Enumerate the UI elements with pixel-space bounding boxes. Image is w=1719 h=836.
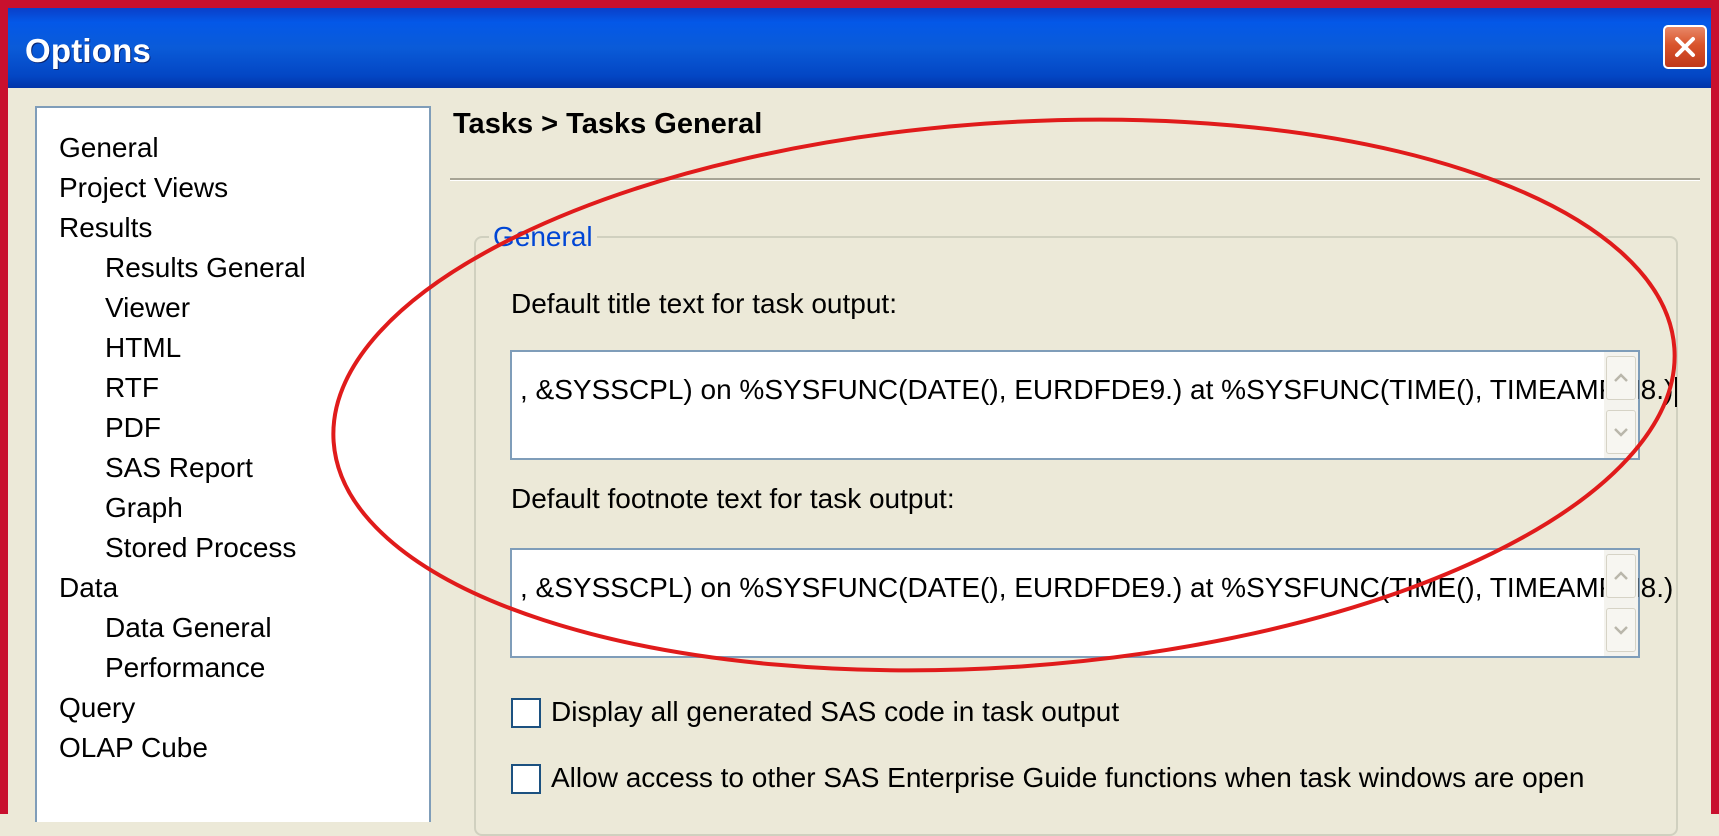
window-title: Options [25,32,152,69]
title-text-input[interactable]: , &SYSSCPL) on %SYSFUNC(DATE(), EURDFDE9… [510,350,1678,460]
nav-item-graph[interactable]: Graph [105,488,183,528]
scroll-up-button[interactable] [1606,356,1636,400]
nav-item-data[interactable]: Data [59,568,118,608]
page-heading: Tasks > Tasks General [453,108,763,140]
text-caret [1675,376,1678,407]
group-label-general: General [489,221,597,253]
chevron-down-icon [1614,428,1628,437]
scroll-down-button[interactable] [1606,410,1636,454]
options-dialog: Options General Project Views Results Re… [0,0,1719,836]
nav-item-results-general[interactable]: Results General [105,248,306,288]
footnote-text-input[interactable]: , &SYSSCPL) on %SYSFUNC(DATE(), EURDFDE9… [510,548,1673,658]
nav-item-query[interactable]: Query [59,688,135,728]
footnote-text-value: , &SYSSCPL) on %SYSFUNC(DATE(), EURDFDE9… [520,572,1674,603]
close-button[interactable] [1663,25,1707,69]
nav-item-stored-process[interactable]: Stored Process [105,528,296,568]
chevron-up-icon [1614,571,1628,580]
nav-item-pdf[interactable]: PDF [105,408,161,448]
scroll-down-button[interactable] [1606,608,1636,652]
nav-item-html[interactable]: HTML [105,328,181,368]
nav-item-rtf[interactable]: RTF [105,368,159,408]
nav-item-viewer[interactable]: Viewer [105,288,190,328]
title-bar[interactable]: Options [8,8,1711,88]
nav-item-sas-report[interactable]: SAS Report [105,448,253,488]
nav-item-data-general[interactable]: Data General [105,608,272,648]
allow-access-checkbox[interactable] [511,764,541,794]
nav-item-performance[interactable]: Performance [105,648,265,688]
nav-item-project-views[interactable]: Project Views [59,168,228,208]
general-groupbox [474,236,1678,836]
allow-access-label[interactable]: Allow access to other SAS Enterprise Gui… [551,762,1584,794]
chevron-up-icon [1614,373,1628,382]
close-icon [1675,37,1695,57]
title-text-label: Default title text for task output: [511,288,897,319]
scroll-up-button[interactable] [1606,554,1636,598]
nav-item-general[interactable]: General [59,128,159,168]
options-category-list[interactable]: General Project Views Results Results Ge… [35,106,431,822]
nav-item-results[interactable]: Results [59,208,152,248]
display-sas-code-label[interactable]: Display all generated SAS code in task o… [551,696,1119,728]
footnote-text-scrollbar[interactable] [1604,550,1638,656]
display-sas-code-checkbox[interactable] [511,698,541,728]
nav-item-olap-cube[interactable]: OLAP Cube [59,728,208,768]
title-text-value: , &SYSSCPL) on %SYSFUNC(DATE(), EURDFDE9… [520,374,1678,407]
chevron-down-icon [1614,626,1628,635]
footnote-text-label: Default footnote text for task output: [511,483,955,514]
title-text-scrollbar[interactable] [1604,352,1638,458]
heading-divider [450,178,1700,181]
